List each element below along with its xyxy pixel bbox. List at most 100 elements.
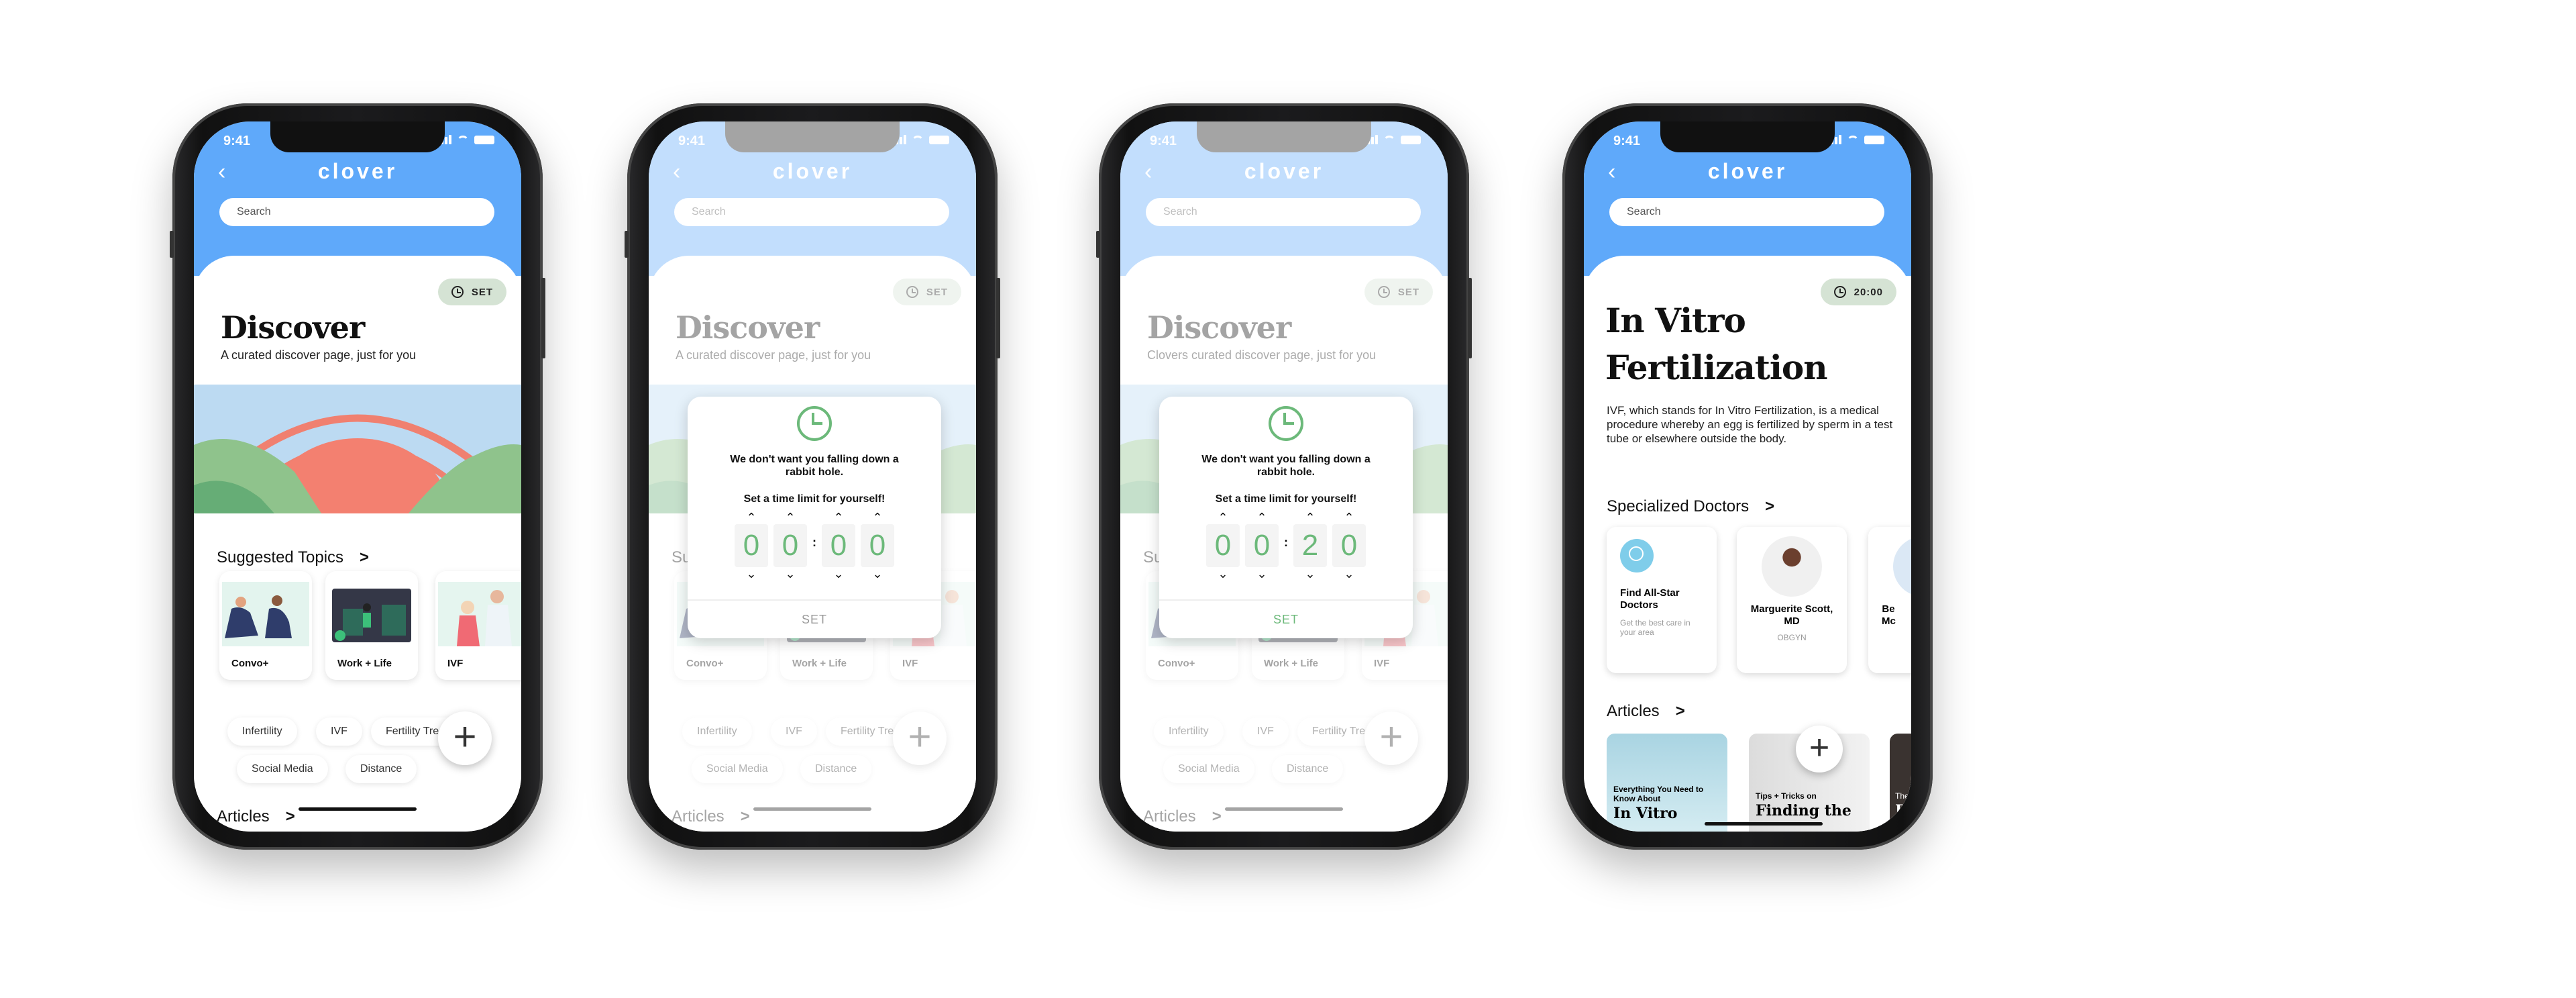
phone-screen: 9:41 ‹ clover Search SET Discover A cura…: [649, 121, 976, 832]
time-separator: :: [1284, 535, 1288, 549]
title-line: In Vitro: [1605, 301, 1746, 340]
phone-discover-timer-empty: 9:41 ‹ clover Search SET Discover A cura…: [625, 103, 1000, 850]
phone-ivf-detail: 9:41 ‹ clover Search 20:00 In Vitro Ferti…: [1562, 103, 1933, 850]
topic-illustration: [222, 582, 309, 646]
articles-header[interactable]: Articles >: [217, 807, 295, 826]
home-indicator: [1705, 822, 1823, 826]
articles-header[interactable]: Articles >: [1607, 702, 1685, 721]
chevron-up-icon[interactable]: ⌃: [1305, 511, 1315, 524]
wifi-icon: [457, 136, 469, 144]
time-limit-dialog: We don't want you falling down a rabbit …: [1159, 397, 1413, 638]
digit-minutes-ones[interactable]: 0: [1332, 524, 1366, 567]
clock-icon: [1269, 406, 1303, 441]
suggested-topics-header[interactable]: Suggested Topics >: [217, 548, 369, 567]
plus-icon: +: [1809, 728, 1830, 767]
chevron-down-icon[interactable]: ⌄: [872, 567, 882, 581]
article-title: Finding the: [1756, 802, 1851, 819]
set-button[interactable]: SET: [1159, 599, 1413, 638]
topic-chip[interactable]: Distance: [345, 755, 417, 783]
topic-chip[interactable]: Infertility: [227, 717, 297, 746]
topic-card[interactable]: Work + Life: [325, 571, 418, 680]
topic-card[interactable]: Convo+: [219, 571, 312, 680]
section-title: Articles: [217, 807, 270, 826]
mute-switch: [625, 231, 629, 258]
topic-label: IVF: [447, 658, 464, 669]
app-title: clover: [1707, 159, 1788, 183]
digit-hours-ones[interactable]: 0: [773, 524, 807, 567]
chevron-right-icon: >: [1675, 702, 1685, 720]
doctor-name: Be Mc: [1882, 603, 1896, 627]
dialog-prompt: Set a time limit for yourself!: [1215, 493, 1357, 505]
app-title: clover: [317, 159, 398, 183]
status-time: 9:41: [223, 134, 251, 148]
chevron-down-icon[interactable]: ⌄: [785, 567, 795, 581]
notch: [270, 121, 445, 152]
chevron-up-icon[interactable]: ⌃: [833, 511, 843, 524]
dialog-message: We don't want you falling down a rabbit …: [1201, 454, 1371, 478]
topic-card[interactable]: IVF: [435, 571, 521, 680]
page-title: In Vitro Fertilization: [1605, 297, 1828, 391]
mute-switch: [170, 231, 174, 258]
page-subtitle: A curated discover page, just for you: [221, 348, 417, 362]
chevron-right-icon: >: [285, 807, 295, 826]
digit-hours-ones[interactable]: 0: [1245, 524, 1279, 567]
digit-minutes-tens[interactable]: 0: [822, 524, 855, 567]
topic-illustration: [332, 589, 411, 642]
time-limit-dialog: We don't want you falling down a rabbit …: [688, 397, 941, 638]
power-button: [1468, 278, 1472, 358]
digit-minutes-ones[interactable]: 0: [861, 524, 894, 567]
doctor-avatar: [1893, 536, 1911, 597]
phone-discover: 9:41 ‹ clover Search SET Discover A cura…: [170, 103, 545, 850]
section-title: Specialized Doctors: [1607, 497, 1750, 515]
power-button: [541, 278, 545, 358]
chevron-up-icon[interactable]: ⌃: [1344, 511, 1354, 524]
timer-pill[interactable]: SET: [437, 279, 506, 305]
search-input[interactable]: Search: [219, 198, 494, 226]
doctors-header[interactable]: Specialized Doctors >: [1607, 497, 1774, 516]
chevron-down-icon[interactable]: ⌄: [1256, 567, 1267, 581]
doctor-card[interactable]: Be Mc Gyn: [1868, 527, 1911, 673]
set-button[interactable]: SET: [688, 599, 941, 638]
banner-illustration: [194, 385, 521, 513]
status-time: 9:41: [1613, 134, 1641, 148]
chevron-down-icon[interactable]: ⌄: [1344, 567, 1354, 581]
chevron-down-icon[interactable]: ⌄: [1218, 567, 1228, 581]
status-icons: [1827, 135, 1884, 144]
phone-discover-timer-set: 9:41 ‹ clover Search SET Discover Clover…: [1096, 103, 1472, 850]
doctor-card[interactable]: Marguerite Scott, MD OBGYN: [1737, 527, 1847, 673]
chevron-up-icon[interactable]: ⌃: [1256, 511, 1267, 524]
timer-label: 20:00: [1854, 286, 1883, 298]
phone-screen: 9:41 ‹ clover Search SET Discover Clover…: [1120, 121, 1448, 832]
article-title: In Vitro: [1613, 805, 1678, 822]
chevron-up-icon[interactable]: ⌃: [785, 511, 795, 524]
add-button[interactable]: +: [438, 711, 492, 765]
search-input[interactable]: Search: [1609, 198, 1884, 226]
chevron-down-icon[interactable]: ⌄: [746, 567, 756, 581]
chevron-down-icon[interactable]: ⌄: [1305, 567, 1315, 581]
article-kicker: Everything You Need to Know About: [1613, 785, 1704, 803]
doctor-card[interactable]: Find All-Star Doctors Get the best care …: [1607, 527, 1717, 673]
doctor-role: Gyn: [1868, 633, 1911, 642]
chevron-up-icon[interactable]: ⌃: [746, 511, 756, 524]
article-card[interactable]: The B: [1890, 734, 1911, 832]
topic-chip[interactable]: IVF: [316, 717, 362, 746]
topic-chip[interactable]: Social Media: [237, 755, 328, 783]
clock-icon: [1833, 286, 1846, 298]
chevron-up-icon[interactable]: ⌃: [872, 511, 882, 524]
doctor-name: Marguerite Scott, MD: [1750, 603, 1833, 627]
chevron-up-icon[interactable]: ⌃: [1218, 511, 1228, 524]
digit-hours-tens[interactable]: 0: [1206, 524, 1240, 567]
add-button[interactable]: +: [1796, 726, 1843, 772]
article-kicker: The: [1895, 791, 1909, 801]
home-indicator: [299, 807, 417, 811]
page-title: Discover: [221, 309, 365, 346]
doctor-avatar: [1762, 536, 1822, 597]
chevron-down-icon[interactable]: ⌄: [833, 567, 843, 581]
timer-pill[interactable]: 20:00: [1820, 279, 1896, 305]
clock-icon: [797, 406, 832, 441]
dialog-prompt: Set a time limit for yourself!: [743, 493, 885, 505]
digit-hours-tens[interactable]: 0: [735, 524, 768, 567]
status-icons: [437, 135, 494, 144]
article-card[interactable]: Everything You Need to Know About In Vitr…: [1607, 734, 1727, 832]
digit-minutes-tens[interactable]: 2: [1293, 524, 1327, 567]
